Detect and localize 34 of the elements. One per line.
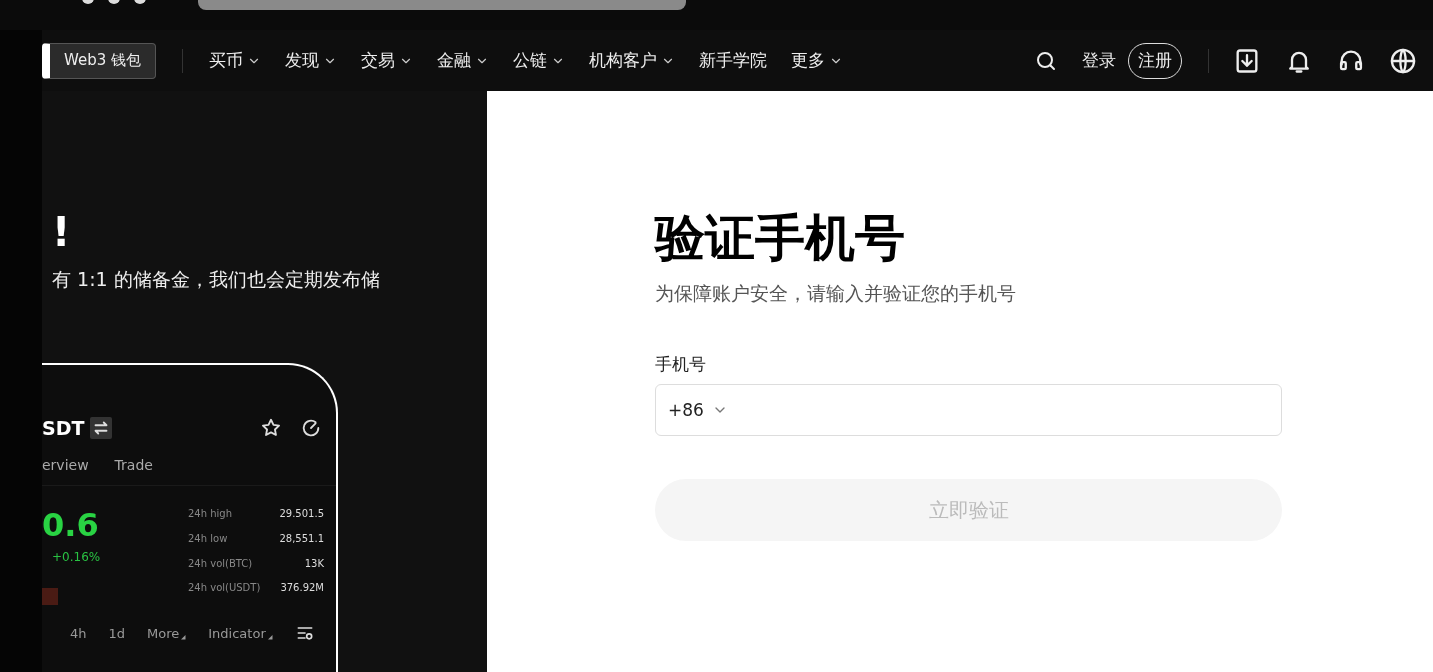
stat-value: 28,551.1 — [279, 532, 324, 546]
pair-symbol: SDT — [42, 417, 85, 439]
page-subtitle: 为保障账户安全，请输入并验证您的手机号 — [655, 281, 1017, 306]
login-link[interactable]: 登录 — [1082, 49, 1116, 72]
nav-menu-item[interactable]: 新手学院 — [699, 49, 767, 72]
hero-heading: ! — [52, 209, 72, 255]
stat-label: 24h vol(BTC) — [188, 557, 254, 571]
stat-label: 24h high — [188, 508, 234, 521]
phone-tab[interactable]: Trade — [114, 457, 153, 473]
nav-menu-item[interactable]: 公链 — [513, 49, 565, 72]
interval-tab[interactable]: 4h — [70, 625, 87, 641]
stat-value: 29.501.5 — [279, 508, 324, 521]
price-change: +0.16% — [51, 550, 102, 564]
wallet-button[interactable]: Web3 钱包 — [42, 42, 156, 79]
nav-menu-item[interactable]: 发现 — [285, 49, 337, 72]
phone-input-field[interactable]: +86 — [655, 384, 1282, 436]
interval-dropdown[interactable]: Indicator — [208, 625, 273, 641]
country-code-select[interactable]: +86 — [668, 400, 728, 420]
nav-menu-item[interactable]: 更多 — [791, 49, 843, 72]
interval-dropdown[interactable]: More — [147, 625, 187, 641]
stat-value: 13K — [303, 557, 324, 571]
stat-label: 24h vol(USDT) — [188, 582, 262, 596]
nav-menu-item[interactable]: 交易 — [361, 49, 413, 72]
nav-menu-item[interactable]: 金融 — [437, 49, 489, 72]
interval-tab[interactable]: 1d — [108, 625, 126, 641]
field-label: 手机号 — [655, 353, 707, 376]
hero-description: 有 1:1 的储备金，我们也会定期发布储 — [52, 267, 381, 292]
stat-label: 24h low — [188, 532, 229, 546]
price-value: 0.6 — [42, 508, 100, 542]
page-title: 验证手机号 — [655, 208, 906, 269]
nav-menu-item[interactable]: 机构客户 — [589, 49, 675, 72]
stat-value: 376.92M — [279, 582, 324, 596]
phone-tab[interactable]: erview — [42, 457, 89, 473]
nav-menu-item[interactable]: 买币 — [209, 49, 261, 72]
